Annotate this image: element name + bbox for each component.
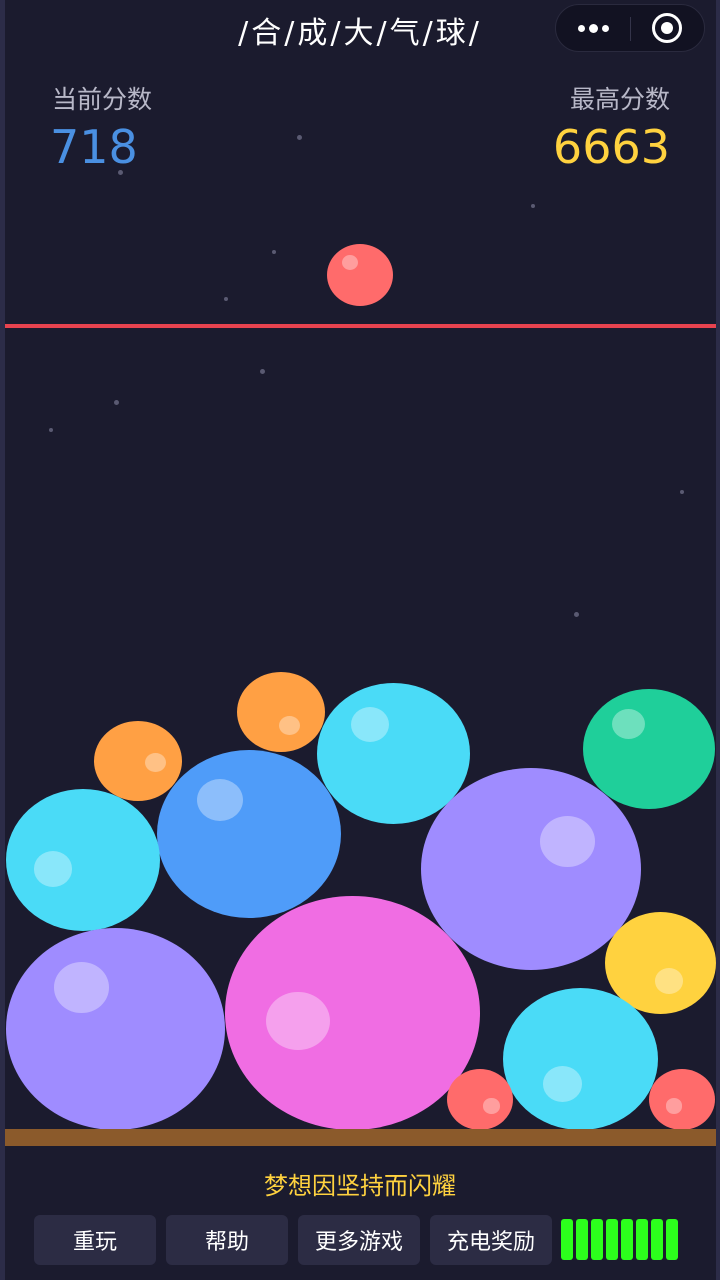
current-score-value: 718	[50, 120, 138, 174]
star	[49, 428, 53, 432]
cyan-ball	[503, 988, 658, 1130]
star	[114, 400, 119, 405]
star	[118, 170, 123, 175]
best-score-label: 最高分数	[569, 85, 670, 114]
mini-program-capsule	[555, 4, 705, 52]
motto-text: 梦想因坚持而闪耀	[264, 1172, 456, 1200]
blue-ball	[157, 750, 341, 918]
orange-ball	[237, 672, 325, 752]
star	[272, 250, 276, 254]
battery-segment	[636, 1219, 648, 1260]
red-ball	[447, 1069, 513, 1130]
ground	[5, 1129, 716, 1146]
star	[574, 612, 579, 617]
cyan-ball	[6, 789, 160, 931]
star	[680, 490, 684, 494]
charge-reward-button[interactable]: 充电奖励	[430, 1215, 552, 1265]
pink-ball	[225, 896, 480, 1130]
battery-segment	[576, 1219, 588, 1260]
top-bar: /合/成/大/气/球/	[0, 0, 720, 56]
best-score-value: 6663	[552, 120, 670, 174]
target-circle-icon[interactable]	[652, 13, 682, 43]
star	[297, 135, 302, 140]
battery-segment	[666, 1219, 678, 1260]
star	[224, 297, 228, 301]
danger-line	[5, 324, 716, 328]
purple-ball	[421, 768, 641, 970]
red-ball	[649, 1069, 715, 1130]
battery-segment	[606, 1219, 618, 1260]
more-dots-icon[interactable]	[556, 5, 630, 51]
left-frame-border	[0, 0, 5, 1280]
capsule-divider	[630, 17, 631, 41]
battery-segment	[591, 1219, 603, 1260]
current-score-label: 当前分数	[52, 85, 153, 114]
battery-icon	[561, 1219, 688, 1260]
more-games-button[interactable]: 更多游戏	[298, 1215, 420, 1265]
star	[531, 204, 535, 208]
battery-segment	[561, 1219, 573, 1260]
next-ball[interactable]	[327, 244, 393, 306]
help-button[interactable]: 帮助	[166, 1215, 288, 1265]
battery-segment	[621, 1219, 633, 1260]
purple-ball	[6, 928, 225, 1130]
orange-ball	[94, 721, 182, 801]
star	[260, 369, 265, 374]
green-ball	[583, 689, 715, 809]
right-frame-border	[716, 0, 720, 1280]
restart-button[interactable]: 重玩	[34, 1215, 156, 1265]
battery-segment	[651, 1219, 663, 1260]
